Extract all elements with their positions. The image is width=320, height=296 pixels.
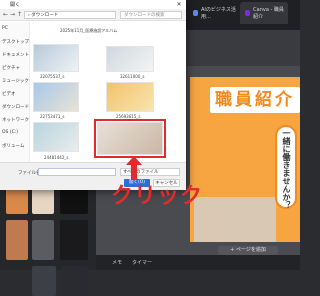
tab-label: Canva - 職員紹介 [253,7,284,20]
selection-highlight [94,119,166,158]
sidebar-item[interactable]: PC [2,26,8,31]
sidebar-item[interactable]: ダウンロード [2,104,29,110]
poster-title[interactable]: 職員紹介 [210,87,300,113]
poster-vertical-text[interactable]: 一緒に働きませんか？ [275,129,297,209]
close-icon[interactable]: ✕ [172,0,186,9]
sidebar-item[interactable]: ビデオ [2,91,16,97]
template-thumbnail[interactable] [62,266,88,296]
template-thumbnail[interactable] [60,220,88,260]
sidebar-item[interactable]: ピクチャ [2,65,20,71]
sidebar-item[interactable]: デスクトップ [2,39,29,45]
file-open-dialog: 開く ✕ ← → ↑ › ダウンロード ダウンロードの検索 PC デスクトップ … [0,0,186,190]
poster-photo[interactable] [194,197,276,242]
folder-caption: 2025年11月_医療施設アルバム [60,28,118,33]
file-thumbnail[interactable] [33,82,79,112]
sidebar-item[interactable]: ネットワーク [2,117,29,123]
file-thumbnail[interactable] [33,122,79,152]
sidebar-item[interactable]: ボリューム [2,143,24,149]
template-thumbnail[interactable] [32,266,56,296]
template-thumbnail[interactable] [32,220,54,260]
sidebar-item[interactable]: OS (C:) [2,130,18,135]
memo-button[interactable]: メモ [112,259,122,266]
file-thumbnail[interactable] [106,46,154,72]
add-page-button[interactable]: + ページを追加 [218,246,278,255]
browser-tab[interactable]: Canva - 職員紹介 [240,2,288,24]
red-arrow-icon [126,156,142,180]
dialog-sidebar: PC デスクトップ ドキュメント ピクチャ ミュージック ビデオ ダウンロード … [0,22,30,162]
search-input[interactable]: ダウンロードの検索 [120,11,182,19]
file-name: 22753471_s [40,114,65,119]
browser-tab[interactable]: AIのビジネス活用… [188,2,238,24]
dialog-titlebar: 開く ✕ [0,0,186,9]
editor-bottom-bar: メモ タイマー [96,255,300,270]
file-name: 32611000_s [120,74,145,79]
tab-favicon-icon [245,10,251,16]
file-name: 24481442_s [44,155,69,160]
up-arrow-icon[interactable]: ↑ [17,11,22,18]
forward-arrow-icon[interactable]: → [10,11,15,18]
tab-favicon-icon [193,10,198,16]
dialog-title: 開く [10,2,21,8]
dialog-navigation-bar: ← → ↑ › ダウンロード ダウンロードの検索 [0,9,186,21]
filename-input[interactable] [38,168,116,176]
address-bar[interactable]: › ダウンロード [24,11,116,19]
back-arrow-icon[interactable]: ← [3,11,8,18]
click-annotation: クリック [111,184,204,209]
file-thumbnail[interactable] [106,82,154,112]
sidebar-item[interactable]: ミュージック [2,78,29,84]
timer-button[interactable]: タイマー [132,259,152,266]
file-name: 22075537_s [40,74,65,79]
template-thumbnail[interactable] [6,220,28,260]
tab-label: AIのビジネス活用… [200,7,236,20]
sidebar-item[interactable]: ドキュメント [2,52,29,58]
file-thumbnail[interactable] [33,44,79,72]
